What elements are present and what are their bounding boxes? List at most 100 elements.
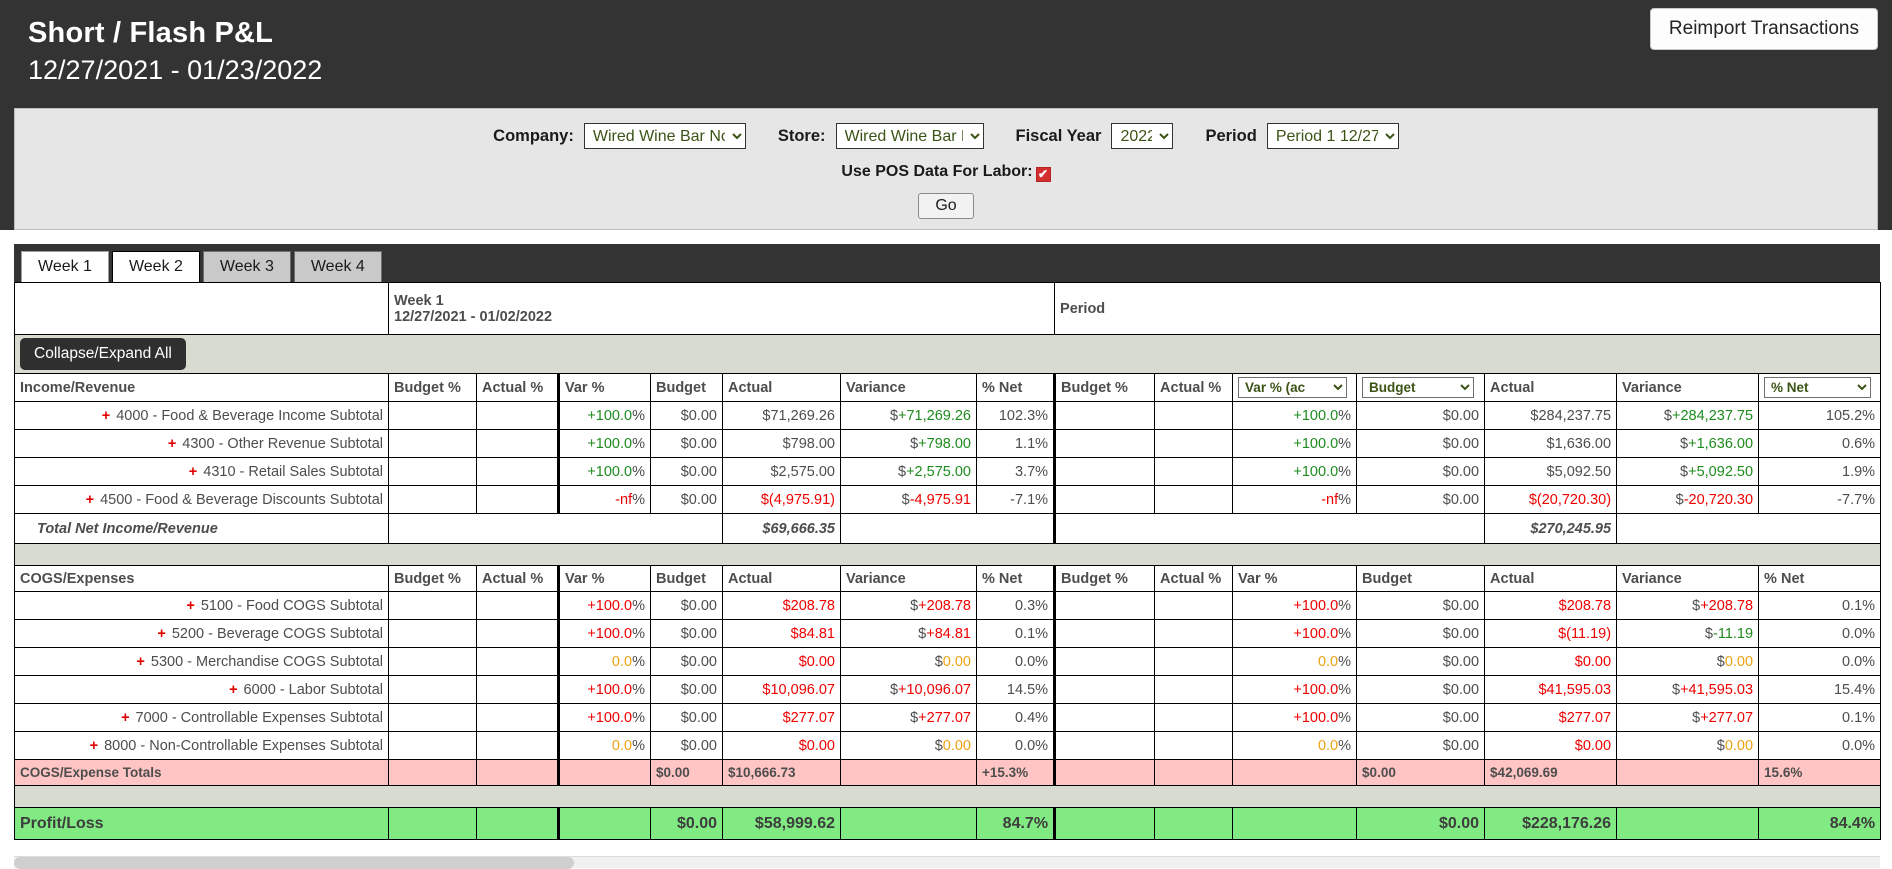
col-cogs-week-var-pct: Var % xyxy=(559,566,651,592)
cell-period-budget-pct xyxy=(1055,458,1155,486)
val: 0.0 xyxy=(1318,654,1338,670)
col-week-var-pct: Var % xyxy=(559,374,651,402)
cell-week-net: 102.3% xyxy=(977,402,1055,430)
cell-period-variance: $-20,720.30 xyxy=(1617,486,1759,514)
collapse-row: Collapse/Expand All xyxy=(15,335,1881,374)
cell-period-net: 105.2% xyxy=(1759,402,1881,430)
val: +71,269.26 xyxy=(898,408,971,424)
expand-plus-icon[interactable]: + xyxy=(86,492,94,508)
val: +798.00 xyxy=(918,436,971,452)
cell-period-actual: $277.07 xyxy=(1485,704,1617,732)
scrollbar-thumb[interactable] xyxy=(14,857,574,869)
period-var-pct-select[interactable]: Var % (ac xyxy=(1238,377,1346,398)
table-row[interactable]: +4000 - Food & Beverage Income Subtotal … xyxy=(15,402,1881,430)
period-budget-select[interactable]: Budget xyxy=(1362,377,1474,398)
table-row[interactable]: +5200 - Beverage COGS Subtotal +100.0% $… xyxy=(15,620,1881,648)
table-row[interactable]: +6000 - Labor Subtotal +100.0% $0.00 $10… xyxy=(15,676,1881,704)
expand-plus-icon[interactable]: + xyxy=(102,408,110,424)
row-label-4000[interactable]: +4000 - Food & Beverage Income Subtotal xyxy=(15,402,389,430)
expand-plus-icon[interactable]: + xyxy=(229,682,237,698)
row-label-6000[interactable]: +6000 - Labor Subtotal xyxy=(15,676,389,704)
expand-plus-icon[interactable]: + xyxy=(136,654,144,670)
tab-week-3[interactable]: Week 3 xyxy=(203,251,291,282)
expand-plus-icon[interactable]: + xyxy=(168,436,176,452)
val: 0.00 xyxy=(1725,738,1753,754)
cell-period-variance: $0.00 xyxy=(1617,648,1759,676)
val: +100.0 xyxy=(1293,464,1338,480)
week-tabs: Week 1 Week 2 Week 3 Week 4 xyxy=(14,244,1880,282)
tab-week-2[interactable]: Week 2 xyxy=(112,251,200,282)
reimport-transactions-button[interactable]: Reimport Transactions xyxy=(1650,8,1878,50)
profit-week-budget: $0.00 xyxy=(651,808,723,840)
cell-week-variance: $+277.07 xyxy=(841,704,977,732)
col-cogs-period-net: % Net xyxy=(1759,566,1881,592)
cell-period-actual-pct xyxy=(1155,592,1233,620)
col-cogs-period-variance: Variance xyxy=(1617,566,1759,592)
tab-week-1[interactable]: Week 1 xyxy=(21,251,109,282)
row-name: 5300 - Merchandise COGS Subtotal xyxy=(151,654,383,670)
table-row[interactable]: +4300 - Other Revenue Subtotal +100.0% $… xyxy=(15,430,1881,458)
horizontal-scrollbar[interactable] xyxy=(14,856,1880,868)
store-select[interactable]: Wired Wine Bar North xyxy=(836,123,984,149)
company-select[interactable]: Wired Wine Bar North xyxy=(584,123,746,149)
cell-period-actual: $1,636.00 xyxy=(1485,430,1617,458)
sign: $ xyxy=(910,436,918,452)
filter-row-selectors: Company: Wired Wine Bar North Store: Wir… xyxy=(15,123,1877,149)
col-cogs-period-budget: Budget xyxy=(1357,566,1485,592)
go-button[interactable]: Go xyxy=(918,193,973,219)
expand-plus-icon[interactable]: + xyxy=(186,598,194,614)
cell-period-variance: $+1,636.00 xyxy=(1617,430,1759,458)
sign: $ xyxy=(910,710,918,726)
fiscal-year-select[interactable]: 2022 xyxy=(1111,123,1173,149)
val: -4,975.91 xyxy=(910,492,971,508)
col-cogs-period-actual-pct: Actual % xyxy=(1155,566,1233,592)
table-row[interactable]: +4310 - Retail Sales Subtotal +100.0% $0… xyxy=(15,458,1881,486)
sign: $ xyxy=(898,464,906,480)
row-label-5200[interactable]: +5200 - Beverage COGS Subtotal xyxy=(15,620,389,648)
expand-plus-icon[interactable]: + xyxy=(189,464,197,480)
table-row[interactable]: +8000 - Non-Controllable Expenses Subtot… xyxy=(15,732,1881,760)
cell-week-budget-pct xyxy=(389,732,477,760)
row-label-4310[interactable]: +4310 - Retail Sales Subtotal xyxy=(15,458,389,486)
cell-week-actual: $2,575.00 xyxy=(723,458,841,486)
tab-week-4[interactable]: Week 4 xyxy=(294,251,382,282)
cell-week-var-pct: +100.0% xyxy=(559,592,651,620)
row-label-5300[interactable]: +5300 - Merchandise COGS Subtotal xyxy=(15,648,389,676)
cell-period-var-pct: +100.0% xyxy=(1233,592,1357,620)
sign: $ xyxy=(1717,654,1725,670)
row-label-7000[interactable]: +7000 - Controllable Expenses Subtotal xyxy=(15,704,389,732)
row-label-4500[interactable]: +4500 - Food & Beverage Discounts Subtot… xyxy=(15,486,389,514)
cell-week-budget-pct xyxy=(389,648,477,676)
row-label-4300[interactable]: +4300 - Other Revenue Subtotal xyxy=(15,430,389,458)
cell-period-actual-pct xyxy=(1155,458,1233,486)
cell-period-actual-pct xyxy=(1155,402,1233,430)
cogs-total-blank1 xyxy=(389,760,477,786)
cell-period-actual-pct xyxy=(1155,704,1233,732)
sign: $ xyxy=(935,654,943,670)
cogs-header-row: COGS/Expenses Budget % Actual % Var % Bu… xyxy=(15,566,1881,592)
cell-period-net: -7.7% xyxy=(1759,486,1881,514)
pos-labor-checkbox[interactable]: ✔ xyxy=(1036,167,1051,182)
cell-week-variance: $0.00 xyxy=(841,732,977,760)
expand-plus-icon[interactable]: + xyxy=(90,738,98,754)
cell-week-actual: $798.00 xyxy=(723,430,841,458)
income-total-label: Total Net Income/Revenue xyxy=(15,514,389,544)
table-row[interactable]: +5100 - Food COGS Subtotal +100.0% $0.00… xyxy=(15,592,1881,620)
table-row[interactable]: +5300 - Merchandise COGS Subtotal 0.0% $… xyxy=(15,648,1881,676)
col-week-variance: Variance xyxy=(841,374,977,402)
row-label-8000[interactable]: +8000 - Non-Controllable Expenses Subtot… xyxy=(15,732,389,760)
cell-week-var-pct: +100.0% xyxy=(559,620,651,648)
week-range-cell: Week 1 12/27/2021 - 01/02/2022 xyxy=(389,283,1055,335)
expand-plus-icon[interactable]: + xyxy=(157,626,165,642)
period-net-select[interactable]: % Net xyxy=(1764,377,1871,398)
collapse-expand-all-button[interactable]: Collapse/Expand All xyxy=(20,338,186,370)
table-row[interactable]: +7000 - Controllable Expenses Subtotal +… xyxy=(15,704,1881,732)
table-row[interactable]: +4500 - Food & Beverage Discounts Subtot… xyxy=(15,486,1881,514)
expand-plus-icon[interactable]: + xyxy=(121,710,129,726)
cell-period-var-pct: +100.0% xyxy=(1233,620,1357,648)
period-select[interactable]: Period 1 12/27/21 xyxy=(1267,123,1399,149)
val: +100.0 xyxy=(587,710,632,726)
val: -nf xyxy=(1321,492,1338,508)
row-label-5100[interactable]: +5100 - Food COGS Subtotal xyxy=(15,592,389,620)
val: +2,575.00 xyxy=(906,464,971,480)
